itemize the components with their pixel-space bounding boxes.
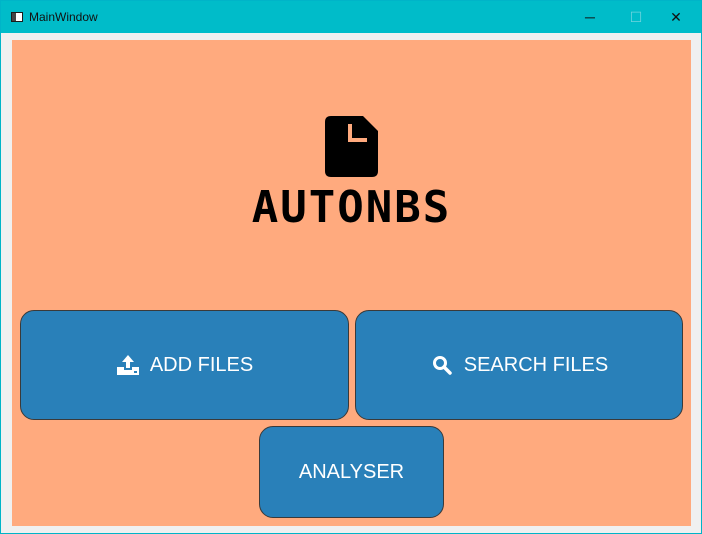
minimize-button[interactable]: ─ xyxy=(567,1,613,33)
app-logo-text: AUTONBS xyxy=(251,182,452,233)
analyser-label: ANALYSER xyxy=(298,460,405,483)
upload-icon xyxy=(116,353,140,377)
search-icon xyxy=(430,353,454,377)
title-bar[interactable]: MainWindow ─ ☐ ✕ xyxy=(1,1,701,33)
document-icon xyxy=(325,116,378,177)
add-files-label: ADD FILES xyxy=(149,353,254,376)
main-panel: AUTONBS ADD FILES SEARCH FILES ANALYSER xyxy=(12,40,691,526)
window-title: MainWindow xyxy=(29,10,98,24)
search-files-button[interactable]: SEARCH FILES xyxy=(355,310,683,420)
window-icon xyxy=(11,12,23,22)
search-files-label: SEARCH FILES xyxy=(463,353,609,376)
add-files-button[interactable]: ADD FILES xyxy=(20,310,349,420)
close-button[interactable]: ✕ xyxy=(653,1,699,33)
main-window: MainWindow ─ ☐ ✕ AUTONBS ADD FILES SEARC… xyxy=(0,0,702,534)
analyser-button[interactable]: ANALYSER xyxy=(259,426,444,518)
